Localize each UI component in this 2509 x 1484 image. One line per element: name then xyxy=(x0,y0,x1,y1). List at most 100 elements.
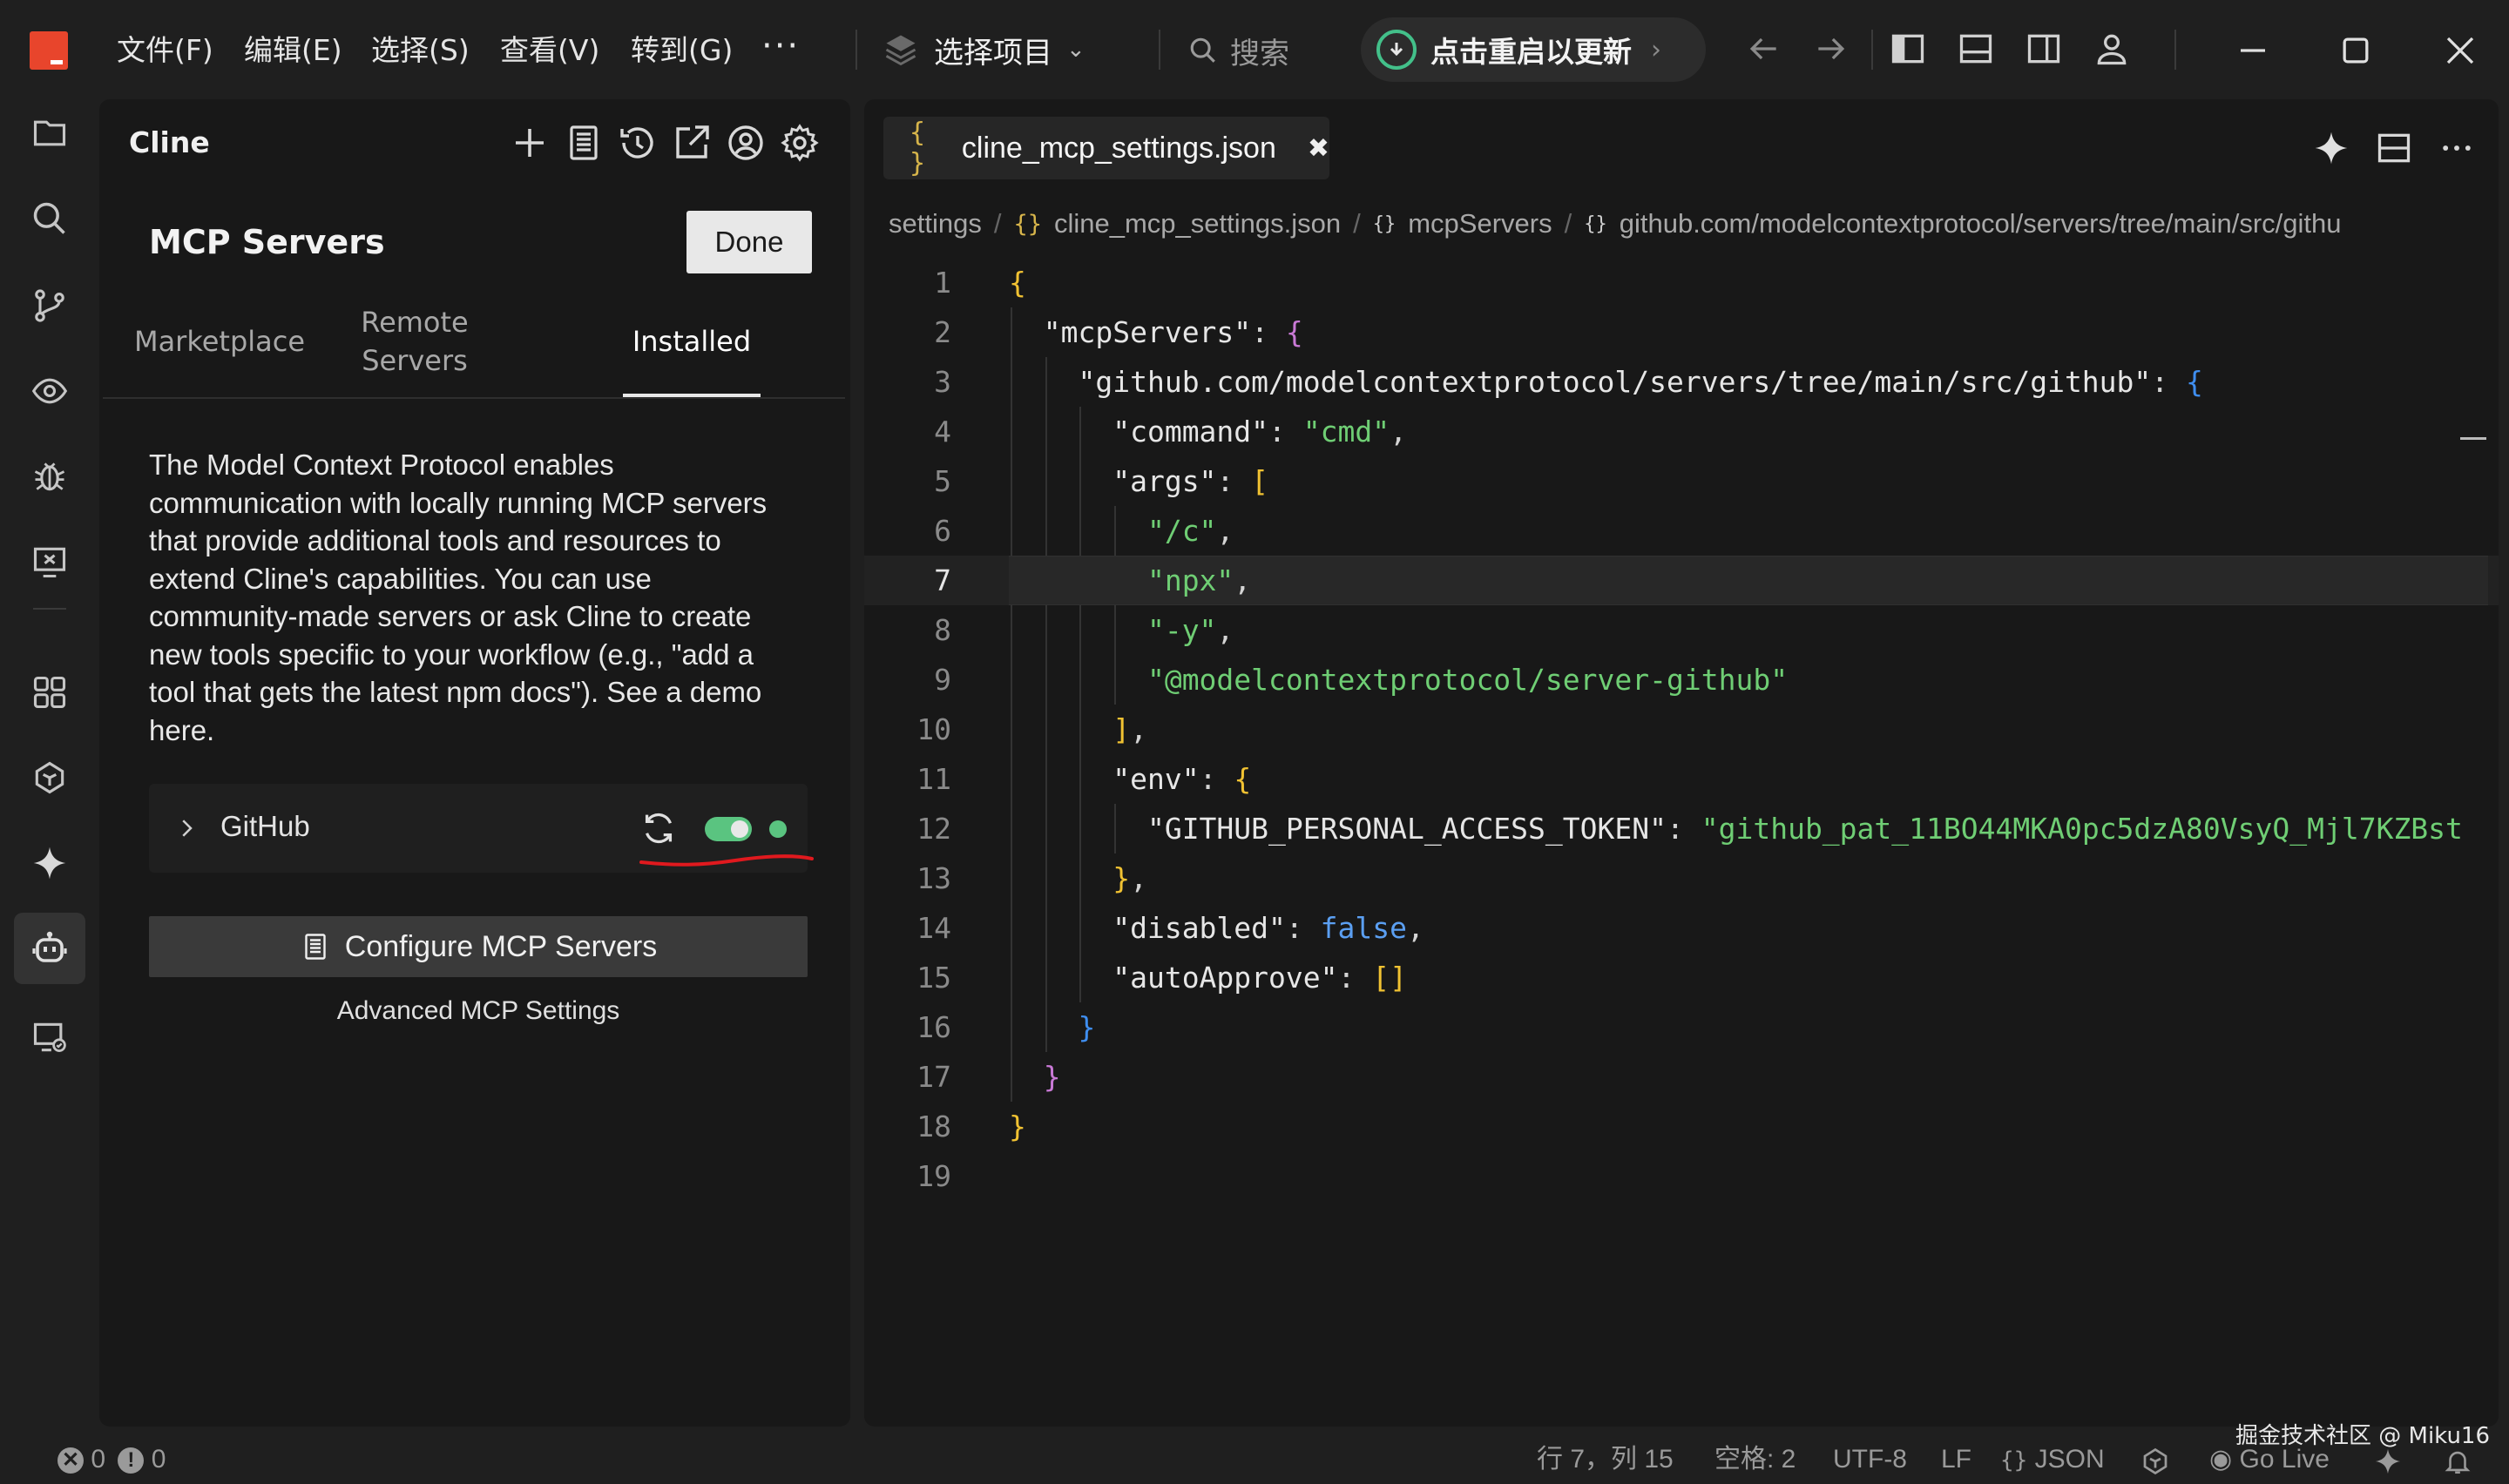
code-line[interactable]: 11 "env": { xyxy=(864,754,2499,804)
advanced-mcp-settings-link[interactable]: Advanced MCP Settings xyxy=(149,996,808,1026)
code-editor[interactable]: 1{2 "mcpServers": {3 "github.com/modelco… xyxy=(864,258,2499,1425)
end-of-line[interactable]: LF xyxy=(1941,1442,1971,1477)
close-window-icon[interactable] xyxy=(2436,26,2485,75)
cline-robot-icon[interactable] xyxy=(14,913,85,984)
debug-bug-icon[interactable] xyxy=(24,451,75,502)
breadcrumb-item[interactable]: settings xyxy=(889,208,982,239)
code-line[interactable]: 17 } xyxy=(864,1052,2499,1102)
cursor-position[interactable]: 行 7，列 15 xyxy=(1537,1442,1674,1477)
maximize-icon[interactable] xyxy=(2331,26,2380,75)
menu-edit[interactable]: 编辑(E) xyxy=(244,31,342,70)
menu-file[interactable]: 文件(F) xyxy=(117,31,213,70)
extensions-icon[interactable] xyxy=(24,667,75,718)
indentation[interactable]: 空格: 2 xyxy=(1714,1442,1796,1477)
code-line[interactable]: 5 "args": [ xyxy=(864,456,2499,506)
line-number: 18 xyxy=(916,1110,951,1143)
chevron-down-icon: ⌄ xyxy=(1066,37,1085,63)
problems-indicator[interactable]: ✕ 0 ! 0 xyxy=(57,1442,166,1477)
tab-remote-servers[interactable]: Remote Servers xyxy=(340,298,490,385)
tab-filename: cline_mcp_settings.json xyxy=(961,131,1276,165)
search-icon[interactable] xyxy=(24,193,75,244)
account-circle-icon[interactable] xyxy=(725,122,767,164)
code-line[interactable]: 10 ], xyxy=(864,705,2499,754)
status-bar: ✕ 0 ! 0 行 7，列 15 空格: 2 UTF-8 LF {} JSON … xyxy=(0,1432,2509,1484)
title-divider xyxy=(855,30,857,70)
object-icon: {} xyxy=(1372,212,1397,235)
code-line[interactable]: 18} xyxy=(864,1102,2499,1151)
toggle-panel-icon[interactable] xyxy=(1957,30,1995,68)
new-task-plus-icon[interactable] xyxy=(509,122,551,164)
tab-installed[interactable]: Installed xyxy=(623,298,761,385)
close-tab-icon[interactable]: ✖ xyxy=(1308,133,1329,164)
run-debug-eye-icon[interactable] xyxy=(24,366,75,416)
done-button[interactable]: Done xyxy=(686,211,812,273)
history-icon[interactable] xyxy=(617,122,659,164)
sparkle-icon[interactable] xyxy=(24,838,75,888)
code-line[interactable]: 9 "@modelcontextprotocol/server-github" xyxy=(864,655,2499,705)
line-number: 14 xyxy=(916,911,951,945)
code-line[interactable]: 14 "disabled": false, xyxy=(864,903,2499,953)
toggle-secondary-sidebar-icon[interactable] xyxy=(2025,30,2063,68)
code-line[interactable]: 13 }, xyxy=(864,853,2499,903)
more-menu-button[interactable]: ··· xyxy=(761,26,800,66)
code-line[interactable]: 1{ xyxy=(864,258,2499,307)
code-line[interactable]: 3 "github.com/modelcontextprotocol/serve… xyxy=(864,357,2499,407)
line-number: 10 xyxy=(916,712,951,746)
open-in-editor-icon[interactable] xyxy=(671,122,713,164)
menu-selection[interactable]: 选择(S) xyxy=(371,31,470,70)
editor-tab-active[interactable]: { } cline_mcp_settings.json ✖ xyxy=(883,117,1329,179)
settings-gear-icon[interactable] xyxy=(779,122,821,164)
line-code: } xyxy=(1009,1110,1026,1143)
red-annotation-underline xyxy=(639,854,814,867)
broadcast-icon: ◉ xyxy=(2209,1445,2233,1474)
mcp-servers-icon[interactable] xyxy=(563,122,605,164)
project-picker[interactable]: 选择项目 ⌄ xyxy=(882,23,1085,77)
error-icon: ✕ xyxy=(57,1447,84,1474)
breadcrumb-item[interactable]: mcpServers xyxy=(1408,208,1552,239)
source-control-icon[interactable] xyxy=(24,280,75,331)
toggle-primary-sidebar-icon[interactable] xyxy=(1889,30,1927,68)
remote-explorer-icon[interactable] xyxy=(24,536,75,587)
encoding[interactable]: UTF-8 xyxy=(1833,1442,1907,1477)
line-number: 17 xyxy=(916,1060,951,1094)
breadcrumb-item[interactable]: github.com/modelcontextprotocol/servers/… xyxy=(1620,208,2342,239)
command-center-search[interactable]: 搜索 xyxy=(1188,26,1289,75)
search-placeholder: 搜索 xyxy=(1230,36,1289,71)
configure-mcp-servers-button[interactable]: Configure MCP Servers xyxy=(149,916,808,977)
tab-marketplace[interactable]: Marketplace xyxy=(99,298,340,385)
language-mode[interactable]: {} JSON xyxy=(2000,1442,2105,1477)
code-line[interactable]: 4 "command": "cmd", xyxy=(864,407,2499,456)
line-code: "command": "cmd", xyxy=(1112,415,1407,449)
explorer-icon[interactable] xyxy=(24,108,75,159)
cline-panel-header: Cline xyxy=(99,99,850,190)
code-line[interactable]: 8 "-y", xyxy=(864,605,2499,655)
server-status-dot xyxy=(769,820,787,838)
breadcrumb-separator: / xyxy=(1353,208,1361,239)
server-enable-toggle[interactable] xyxy=(705,817,752,841)
forward-arrow-icon[interactable] xyxy=(1812,30,1850,68)
menu-view[interactable]: 查看(V) xyxy=(500,31,599,70)
code-line[interactable]: 6 "/c", xyxy=(864,506,2499,556)
ai-assistant-icon[interactable] xyxy=(2140,1444,2171,1479)
remote-connection-icon[interactable] xyxy=(24,1012,75,1062)
code-line[interactable]: 19 xyxy=(864,1151,2499,1201)
line-number: 5 xyxy=(934,464,951,498)
code-line[interactable]: 16 } xyxy=(864,1002,2499,1052)
line-number: 1 xyxy=(934,266,951,300)
code-line[interactable]: 7 "npx", xyxy=(864,556,2499,605)
back-arrow-icon[interactable] xyxy=(1744,30,1782,68)
split-editor-icon[interactable] xyxy=(2375,129,2413,167)
sparkle-icon[interactable] xyxy=(2312,129,2350,167)
mcp-servers-heading: MCP Servers xyxy=(149,223,385,261)
chevron-right-icon[interactable] xyxy=(173,813,200,843)
more-actions-icon[interactable] xyxy=(2438,129,2476,167)
menu-go[interactable]: 转到(G) xyxy=(631,31,733,70)
minimize-icon[interactable] xyxy=(2228,26,2277,75)
restart-to-update-button[interactable]: 点击重启以更新 › xyxy=(1361,17,1706,82)
code-line[interactable]: 12 "GITHUB_PERSONAL_ACCESS_TOKEN": "gith… xyxy=(864,804,2499,853)
code-line[interactable]: 15 "autoApprove": [] xyxy=(864,953,2499,1002)
code-line[interactable]: 2 "mcpServers": { xyxy=(864,307,2499,357)
account-icon[interactable] xyxy=(2093,30,2131,68)
breadcrumb-item[interactable]: cline_mcp_settings.json xyxy=(1054,208,1341,239)
ai-assistant-icon[interactable] xyxy=(24,752,75,803)
